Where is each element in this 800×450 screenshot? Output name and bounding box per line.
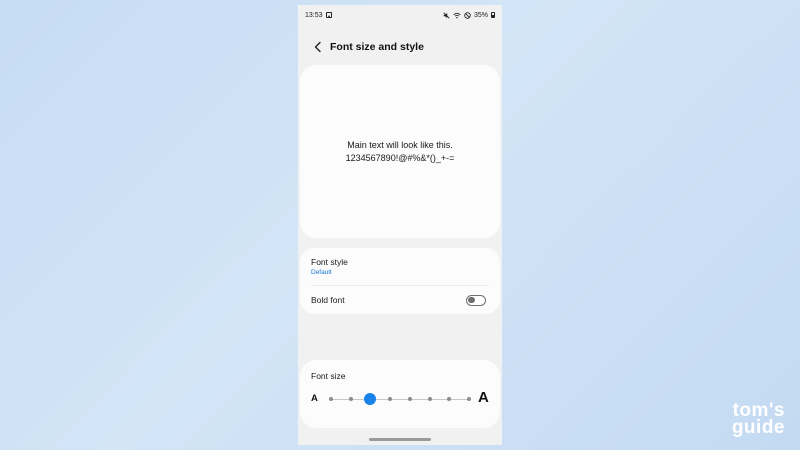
- bold-font-row[interactable]: Bold font: [300, 286, 500, 314]
- large-font-icon: A: [478, 389, 489, 406]
- home-indicator[interactable]: [369, 438, 431, 441]
- toms-guide-logo: tom's guide: [703, 401, 785, 438]
- font-size-slider-thumb[interactable]: [364, 393, 377, 405]
- battery-percentage: 35%: [473, 11, 488, 19]
- font-size-step-dot[interactable]: [388, 397, 393, 401]
- font-size-step-dot[interactable]: [407, 397, 412, 401]
- battery-icon: [491, 12, 495, 18]
- font-settings-card: Font style Default Bold font: [300, 248, 500, 314]
- text-preview-card: Main text will look like this. 123456789…: [300, 65, 500, 238]
- app-header: Font size and style: [298, 35, 502, 59]
- page-title: Font size and style: [330, 41, 424, 53]
- mute-icon: [443, 11, 450, 19]
- logo-line-2: guide: [731, 417, 785, 438]
- status-time: 13:53: [305, 11, 323, 19]
- preview-text-line: Main text will look like this.: [347, 139, 453, 150]
- gallery-icon: [325, 12, 332, 18]
- font-size-step-dot[interactable]: [427, 397, 432, 401]
- small-font-icon: A: [311, 393, 318, 404]
- status-bar-left: 13:53: [305, 12, 332, 19]
- status-bar-right: 35%: [443, 12, 495, 19]
- preview-characters-line: 1234567890!@#%&*()_+-=: [345, 152, 455, 163]
- font-style-row[interactable]: Font style Default: [300, 248, 500, 285]
- font-style-value: Default: [311, 269, 332, 276]
- font-size-step-dot[interactable]: [447, 397, 452, 401]
- bold-font-toggle[interactable]: [466, 294, 486, 306]
- chevron-left-icon[interactable]: [306, 35, 330, 59]
- font-size-title: Font size: [311, 371, 346, 381]
- font-size-card: Font size A A: [300, 360, 500, 428]
- font-size-step-dot[interactable]: [467, 397, 471, 401]
- bold-font-label: Bold font: [311, 295, 345, 305]
- font-size-step-dot[interactable]: [348, 397, 353, 401]
- font-size-step-dot[interactable]: [329, 397, 333, 401]
- phone-screen: 13:53 35% Font size and style Main text …: [298, 5, 502, 445]
- do-not-disturb-icon: [464, 11, 471, 19]
- wifi-icon: [453, 12, 461, 18]
- font-style-label: Font style: [311, 257, 348, 267]
- status-bar: 13:53 35%: [298, 5, 502, 25]
- toggle-knob: [468, 296, 475, 303]
